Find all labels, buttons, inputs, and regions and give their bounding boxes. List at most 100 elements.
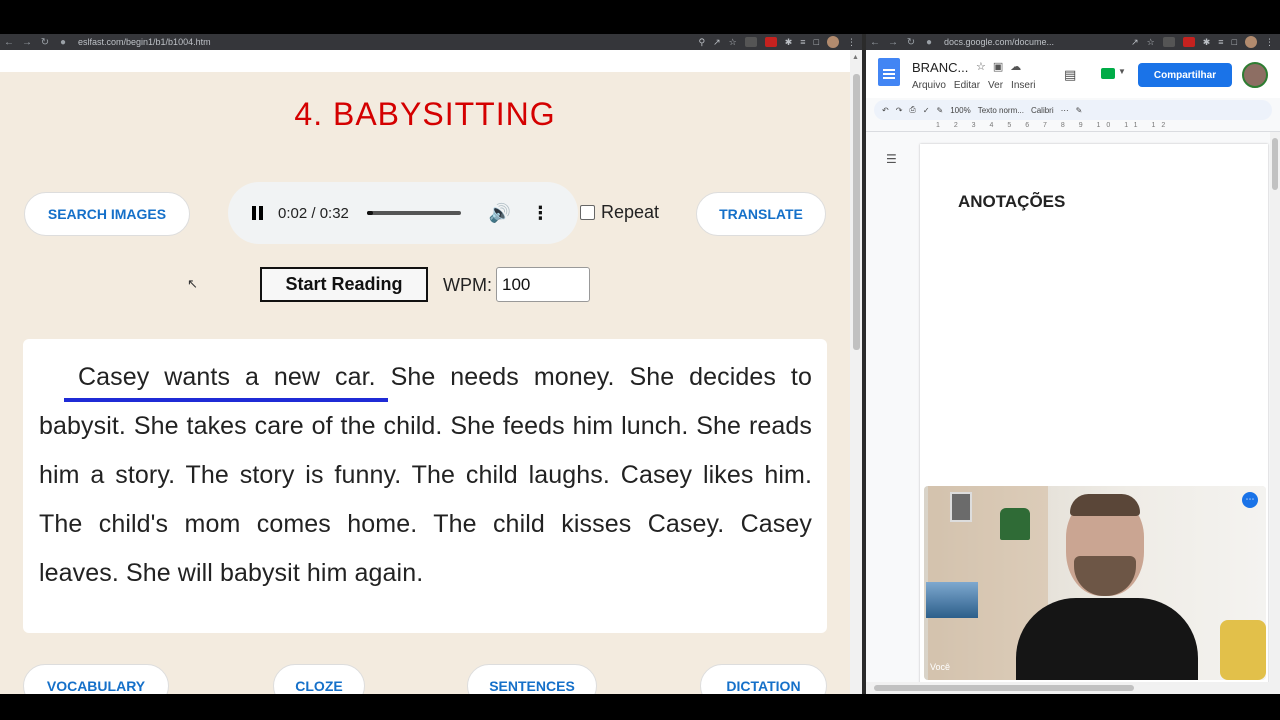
spellcheck-icon[interactable]: ✓ bbox=[923, 106, 930, 115]
style-select[interactable]: Texto norm... bbox=[978, 106, 1024, 115]
star-icon[interactable]: ☆ bbox=[729, 37, 737, 48]
wpm-label: WPM: bbox=[443, 275, 492, 295]
share-label: Compartilhar bbox=[1153, 69, 1217, 81]
document-title[interactable]: BRANC... bbox=[912, 60, 968, 75]
story-card: Casey wants a new car. She needs money. … bbox=[23, 339, 827, 633]
vocabulary-button[interactable]: VOCABULARY bbox=[23, 664, 169, 694]
wpm-input[interactable]: 100 bbox=[496, 267, 590, 302]
outline-icon[interactable]: ☰ bbox=[886, 152, 897, 166]
video-call-tile[interactable]: Você ⋯ bbox=[924, 486, 1266, 680]
share-button[interactable]: Compartilhar bbox=[1138, 63, 1232, 87]
video-pillow bbox=[1220, 620, 1266, 680]
lock-icon: ● bbox=[59, 36, 67, 48]
zoom-select[interactable]: 100% bbox=[950, 106, 970, 115]
menu-ver[interactable]: Ver bbox=[988, 80, 1003, 91]
menu-editar[interactable]: Editar bbox=[954, 80, 980, 91]
undo-icon[interactable]: ↶ bbox=[882, 106, 889, 115]
repeat-label: Repeat bbox=[601, 202, 660, 222]
audio-player: 0:02 / 0:32 🔊 ⋮ bbox=[228, 182, 578, 244]
document-heading[interactable]: ANOTAÇÕES bbox=[958, 192, 1065, 212]
reload-icon[interactable]: ↻ bbox=[36, 37, 54, 48]
left-browser-window: ← → ↻ ● eslfast.com/begin1/b1/b1004.htm … bbox=[0, 34, 862, 694]
puzzle-icon[interactable]: ✱ bbox=[1203, 37, 1211, 48]
extension-icon[interactable] bbox=[1162, 37, 1175, 47]
share-icon[interactable]: ↗ bbox=[713, 37, 721, 48]
meet-button[interactable]: ▼ bbox=[1098, 64, 1128, 84]
sidebar-icon[interactable]: □ bbox=[814, 37, 819, 47]
audio-progress-bar[interactable] bbox=[366, 211, 461, 215]
video-person-hair bbox=[1070, 494, 1140, 516]
more-options-icon[interactable]: ⋮ bbox=[531, 203, 549, 224]
scrollbar-thumb[interactable] bbox=[853, 74, 860, 350]
address-bar: ← → ↻ ● eslfast.com/begin1/b1/b1004.htm … bbox=[0, 34, 862, 50]
profile-icon[interactable] bbox=[827, 36, 839, 48]
docs-address-bar: ← → ↻ ● docs.google.com/docume... ↗ ☆ ✱ … bbox=[866, 34, 1280, 50]
video-person-body bbox=[1016, 598, 1198, 680]
star-icon[interactable]: ☆ bbox=[1147, 37, 1155, 48]
sentences-button[interactable]: SENTENCES bbox=[467, 664, 597, 694]
docs-horizontal-scrollbar[interactable] bbox=[866, 682, 1270, 694]
font-select[interactable]: Calibri bbox=[1031, 106, 1054, 115]
avatar[interactable] bbox=[1242, 62, 1268, 88]
page-title: 4. BABYSITTING bbox=[294, 96, 556, 132]
search-images-button[interactable]: SEARCH IMAGES bbox=[24, 192, 190, 236]
menu-icon[interactable]: ⋮ bbox=[1265, 37, 1274, 48]
puzzle-icon[interactable]: ✱ bbox=[785, 37, 793, 48]
reload-icon[interactable]: ↻ bbox=[902, 37, 920, 48]
menu-inserir[interactable]: Inseri bbox=[1011, 80, 1035, 91]
extension-icon[interactable] bbox=[744, 37, 757, 47]
volume-icon[interactable]: 🔊 bbox=[489, 203, 511, 224]
video-frame bbox=[950, 492, 972, 522]
scroll-up-icon[interactable]: ▲ bbox=[852, 54, 859, 61]
chevron-down-icon: ▼ bbox=[1118, 67, 1126, 76]
cloze-button[interactable]: CLOZE bbox=[273, 664, 365, 694]
video-picture bbox=[926, 582, 978, 618]
docs-menu-bar: Arquivo Editar Ver Inseri bbox=[912, 80, 1036, 91]
more-options-icon[interactable]: ⋯ bbox=[1242, 492, 1258, 508]
media-icon[interactable]: ≡ bbox=[800, 37, 805, 47]
repeat-checkbox[interactable] bbox=[580, 205, 595, 220]
edit-mode-icon[interactable]: ✎ bbox=[1076, 106, 1083, 115]
right-browser-window: ← → ↻ ● docs.google.com/docume... ↗ ☆ ✱ … bbox=[866, 34, 1280, 694]
screen: ← → ↻ ● eslfast.com/begin1/b1/b1004.htm … bbox=[0, 0, 1280, 720]
dictation-button[interactable]: DICTATION bbox=[700, 664, 827, 694]
scrollbar-thumb[interactable] bbox=[1272, 138, 1278, 190]
redo-icon[interactable]: ↷ bbox=[896, 106, 903, 115]
more-icon[interactable]: ⋯ bbox=[1061, 106, 1069, 115]
pause-icon[interactable] bbox=[252, 206, 264, 220]
star-icon[interactable]: ☆ bbox=[976, 60, 986, 73]
adblock-icon[interactable] bbox=[1182, 37, 1195, 47]
print-icon[interactable]: ⎙ bbox=[909, 105, 915, 115]
forward-icon[interactable]: → bbox=[884, 37, 902, 48]
back-icon[interactable]: ← bbox=[0, 37, 18, 48]
docs-scrollbar[interactable] bbox=[1270, 132, 1280, 694]
zoom-icon[interactable]: ⚲ bbox=[699, 37, 706, 48]
translate-button[interactable]: TRANSLATE bbox=[696, 192, 826, 236]
docs-browser-actions: ↗ ☆ ✱ ≡ □ ⋮ bbox=[1131, 34, 1274, 50]
audio-progress-fill bbox=[366, 211, 373, 215]
back-icon[interactable]: ← bbox=[866, 37, 884, 48]
paint-format-icon[interactable]: ✎ bbox=[937, 106, 944, 115]
page-scrollbar[interactable]: ▲ bbox=[850, 50, 862, 694]
folder-icon[interactable]: ▣ bbox=[993, 60, 1003, 73]
adblock-icon[interactable] bbox=[764, 37, 777, 47]
docs-logo-icon[interactable] bbox=[878, 58, 900, 86]
docs-url-field[interactable]: docs.google.com/docume... bbox=[944, 37, 1054, 47]
menu-icon[interactable]: ⋮ bbox=[847, 37, 856, 48]
scrollbar-thumb[interactable] bbox=[874, 685, 1134, 691]
start-reading-button[interactable]: Start Reading bbox=[260, 267, 428, 302]
reading-highlight bbox=[64, 398, 388, 402]
cloud-icon[interactable]: ☁ bbox=[1010, 60, 1021, 73]
forward-icon[interactable]: → bbox=[18, 37, 36, 48]
menu-arquivo[interactable]: Arquivo bbox=[912, 80, 946, 91]
url-field[interactable]: eslfast.com/begin1/b1/b1004.htm bbox=[78, 37, 211, 47]
share-icon[interactable]: ↗ bbox=[1131, 37, 1139, 48]
media-icon[interactable]: ≡ bbox=[1218, 37, 1223, 47]
sidebar-icon[interactable]: □ bbox=[1232, 37, 1237, 47]
page-top-strip bbox=[0, 50, 850, 72]
repeat-toggle[interactable]: Repeat bbox=[580, 202, 659, 223]
comment-icon[interactable]: ▤ bbox=[1064, 67, 1076, 83]
docs-toolbar: ↶ ↷ ⎙ ✓ ✎ 100% Texto norm... Calibri ⋯ ✎ bbox=[874, 100, 1272, 120]
profile-icon[interactable] bbox=[1245, 36, 1257, 48]
ruler[interactable]: 1 2 3 4 5 6 7 8 9 10 11 12 bbox=[866, 122, 1280, 132]
